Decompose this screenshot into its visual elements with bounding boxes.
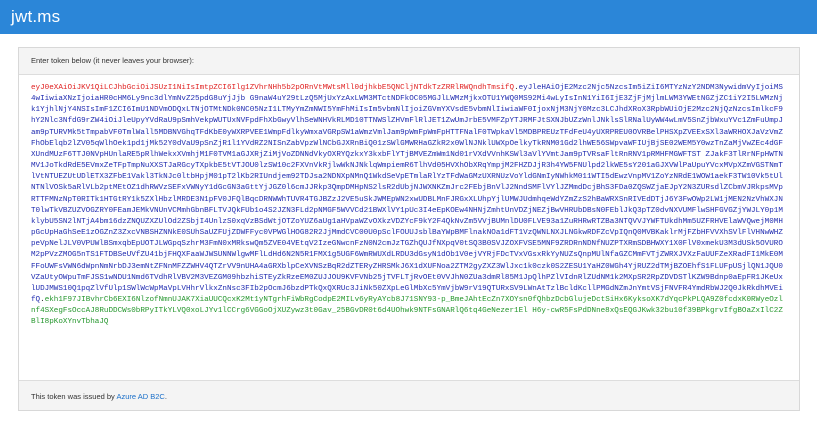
token-header-tail: NTdkTzZRRlRWQndhTmsifQ — [413, 84, 515, 92]
token-panel: Enter token below (it never leaves your … — [18, 47, 800, 411]
token-input[interactable]: eyJ0eXAiOiJKV1QiLCJhbGciOiJSUzI1NiIsImtp… — [19, 75, 799, 381]
top-bar: jwt.ms — [0, 0, 817, 34]
token-prompt: Enter token below (it never leaves your … — [19, 48, 799, 75]
issuer-footer: This token was issued by Azure AD B2C. — [19, 380, 799, 410]
token-text[interactable]: eyJ0eXAiOiJKV1QiLCJhbGciOiJSUzI1NiIsImtp… — [31, 83, 787, 328]
issuer-prefix: This token was issued by — [31, 392, 115, 401]
issuer-link[interactable]: Azure AD B2C — [116, 392, 164, 401]
token-header-segment: eyJ0eXAiOiJKV1QiLCJhbGciOiJSUzI1NiIsImtp… — [31, 84, 414, 92]
token-signature-segment: ekh1F97JIBvhrCb6EXI6NlzofNmnUJAK7XiaUUCQ… — [31, 295, 783, 327]
app-title: jwt.ms — [11, 7, 61, 26]
token-payload-segment: eyJleHAiOjE2Mzc2Njc5NzcsIm5iZiI6MTYzNzY2… — [31, 84, 783, 304]
issuer-suffix: . — [164, 392, 167, 401]
